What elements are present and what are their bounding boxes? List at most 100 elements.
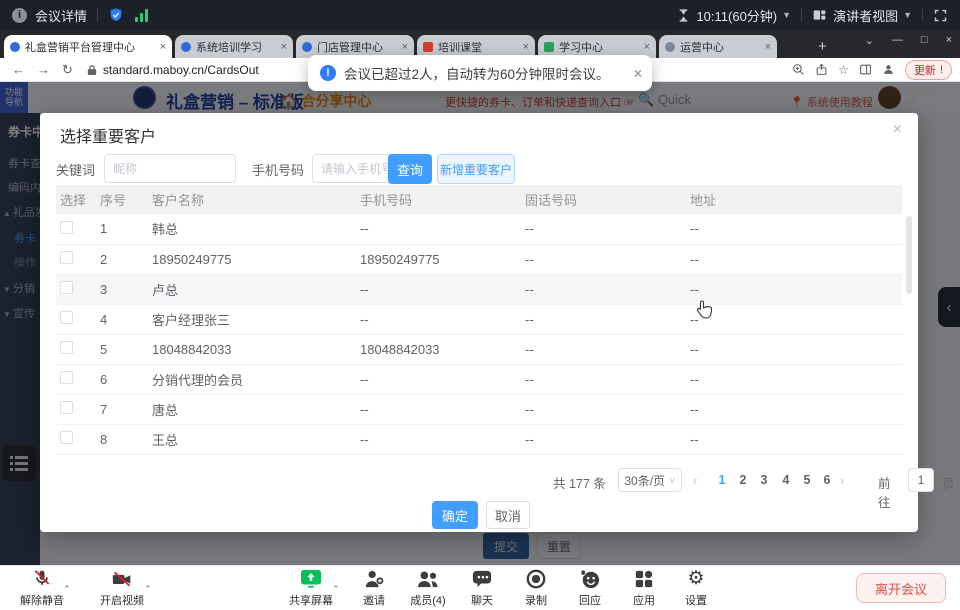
page-number-6[interactable]: 6: [817, 473, 837, 487]
settings-icon: ⚙: [672, 569, 720, 589]
back-icon[interactable]: ←: [12, 62, 25, 77]
phone-label: 手机号码: [252, 160, 304, 179]
table-row[interactable]: 7唐总------: [56, 394, 902, 424]
table-row[interactable]: 3卢总------: [56, 274, 902, 304]
row-checkbox[interactable]: [60, 431, 73, 444]
table-scrollbar[interactable]: [906, 216, 912, 294]
window-minimize-icon[interactable]: —: [892, 34, 903, 47]
row-checkbox[interactable]: [60, 401, 73, 414]
meeting-toast: ! 会议已超过2人，自动转为60分钟限时会议。 ×: [308, 55, 652, 91]
invite-icon: [363, 569, 385, 589]
meeting-info-icon[interactable]: i: [12, 8, 27, 23]
lock-icon: [87, 64, 97, 76]
network-signal-icon[interactable]: [134, 8, 150, 22]
tab-close-icon[interactable]: ×: [523, 41, 529, 53]
table-row[interactable]: 51804884203318048842033----: [56, 334, 902, 364]
chevron-down-icon: ∨: [669, 475, 676, 486]
select-customer-dialog: 选择重要客户 × 关键词 手机号码 查询 新增重要客户 选择 序号 客户名称 手…: [40, 113, 918, 532]
video-options-caret[interactable]: ⌃: [144, 584, 152, 595]
bookmark-star-icon[interactable]: ☆: [838, 63, 849, 77]
chevron-down-icon[interactable]: ▼: [903, 10, 912, 20]
tab-close-icon[interactable]: ×: [160, 41, 166, 53]
chrome-update-button[interactable]: 更新!: [905, 60, 952, 80]
new-tab-button[interactable]: +: [818, 38, 827, 55]
camera-off-icon: [110, 569, 134, 589]
row-checkbox[interactable]: [60, 371, 73, 384]
security-shield-icon[interactable]: [108, 7, 124, 23]
divider: [922, 8, 923, 22]
browser-tab-1[interactable]: 礼盒营销平台管理中心 ×: [4, 35, 172, 58]
leave-meeting-button[interactable]: 离开会议: [856, 573, 946, 603]
browser-tab-2[interactable]: 系统培训学习 ×: [175, 35, 293, 58]
page-size-select[interactable]: 30条/页∨: [618, 468, 682, 492]
invite-button[interactable]: 邀请: [352, 569, 396, 608]
apps-button[interactable]: 应用: [620, 569, 668, 608]
page-number-2[interactable]: 2: [733, 473, 753, 487]
view-mode-label[interactable]: 演讲者视图: [833, 6, 898, 25]
row-checkbox[interactable]: [60, 341, 73, 354]
tab-close-icon[interactable]: ×: [765, 41, 771, 53]
row-checkbox[interactable]: [60, 311, 73, 324]
table-row[interactable]: 21895024977518950249775----: [56, 244, 902, 274]
meeting-timer: 10:11(60分钟): [696, 6, 777, 25]
chat-button[interactable]: 聊天: [460, 569, 504, 608]
prev-page-button[interactable]: ‹: [693, 473, 697, 488]
settings-button[interactable]: ⚙ 设置: [672, 569, 720, 608]
divider: [801, 8, 802, 22]
toast-close-icon[interactable]: ×: [634, 65, 642, 81]
page-number-5[interactable]: 5: [797, 473, 817, 487]
meeting-details-label[interactable]: 会议详情: [35, 6, 87, 25]
dialog-footer: 确定 取消: [40, 499, 918, 532]
side-panel-icon[interactable]: [859, 63, 872, 76]
window-maximize-icon[interactable]: □: [921, 34, 928, 47]
dialog-title: 选择重要客户: [60, 123, 156, 147]
site-favicon: [181, 42, 191, 52]
url-text[interactable]: standard.maboy.cn/CardsOut: [103, 63, 259, 77]
table-row[interactable]: 8王总------: [56, 424, 902, 454]
tab-close-icon[interactable]: ×: [402, 41, 408, 53]
page-number-3[interactable]: 3: [754, 473, 774, 487]
site-favicon: [423, 42, 433, 52]
members-button[interactable]: 成员(4): [400, 569, 456, 608]
page-number-1[interactable]: 1: [712, 473, 732, 487]
site-favicon: [302, 42, 312, 52]
next-page-button[interactable]: ›: [840, 473, 844, 488]
add-important-customer-button[interactable]: 新增重要客户: [437, 154, 515, 184]
confirm-button[interactable]: 确定: [432, 501, 478, 529]
share-options-caret[interactable]: ⌃: [332, 584, 340, 595]
browser-tab-6[interactable]: 运营中心 ×: [659, 35, 777, 58]
keyword-input[interactable]: [104, 154, 236, 183]
table-header-row: 选择 序号 客户名称 手机号码 固话号码 地址: [56, 185, 902, 214]
share-icon[interactable]: [815, 63, 828, 76]
row-checkbox[interactable]: [60, 251, 73, 264]
zoom-icon[interactable]: [792, 63, 805, 76]
table-row[interactable]: 1韩总------: [56, 214, 902, 244]
chevron-down-icon[interactable]: ▼: [782, 10, 791, 20]
col-no: 序号: [96, 185, 148, 214]
col-name: 客户名称: [148, 185, 356, 214]
apps-icon: [634, 569, 654, 589]
window-close-icon[interactable]: ×: [946, 34, 952, 47]
forward-icon[interactable]: →: [37, 62, 50, 77]
row-checkbox[interactable]: [60, 221, 73, 234]
tab-close-icon[interactable]: ×: [281, 41, 287, 53]
chat-icon: [471, 569, 493, 589]
mic-options-caret[interactable]: ⌃: [63, 584, 71, 595]
page-number-4[interactable]: 4: [776, 473, 796, 487]
table-row[interactable]: 4客户经理张三------: [56, 304, 902, 334]
customer-table: 选择 序号 客户名称 手机号码 固话号码 地址 1韩总------ 218950…: [56, 185, 902, 455]
fullscreen-icon[interactable]: [933, 8, 948, 23]
record-button[interactable]: 录制: [512, 569, 560, 608]
profile-icon[interactable]: [882, 63, 895, 76]
close-icon[interactable]: ×: [893, 121, 902, 139]
col-address: 地址: [686, 185, 902, 214]
table-row[interactable]: 6分销代理的会员------: [56, 364, 902, 394]
query-button[interactable]: 查询: [388, 154, 432, 184]
tab-close-icon[interactable]: ×: [644, 41, 650, 53]
reload-icon[interactable]: ↻: [62, 62, 73, 78]
row-checkbox[interactable]: [60, 281, 73, 294]
window-menu-icon[interactable]: ⌄: [865, 34, 874, 47]
reaction-button[interactable]: 回应: [566, 569, 614, 608]
cancel-button[interactable]: 取消: [486, 501, 530, 529]
goto-page-input[interactable]: [908, 468, 934, 492]
